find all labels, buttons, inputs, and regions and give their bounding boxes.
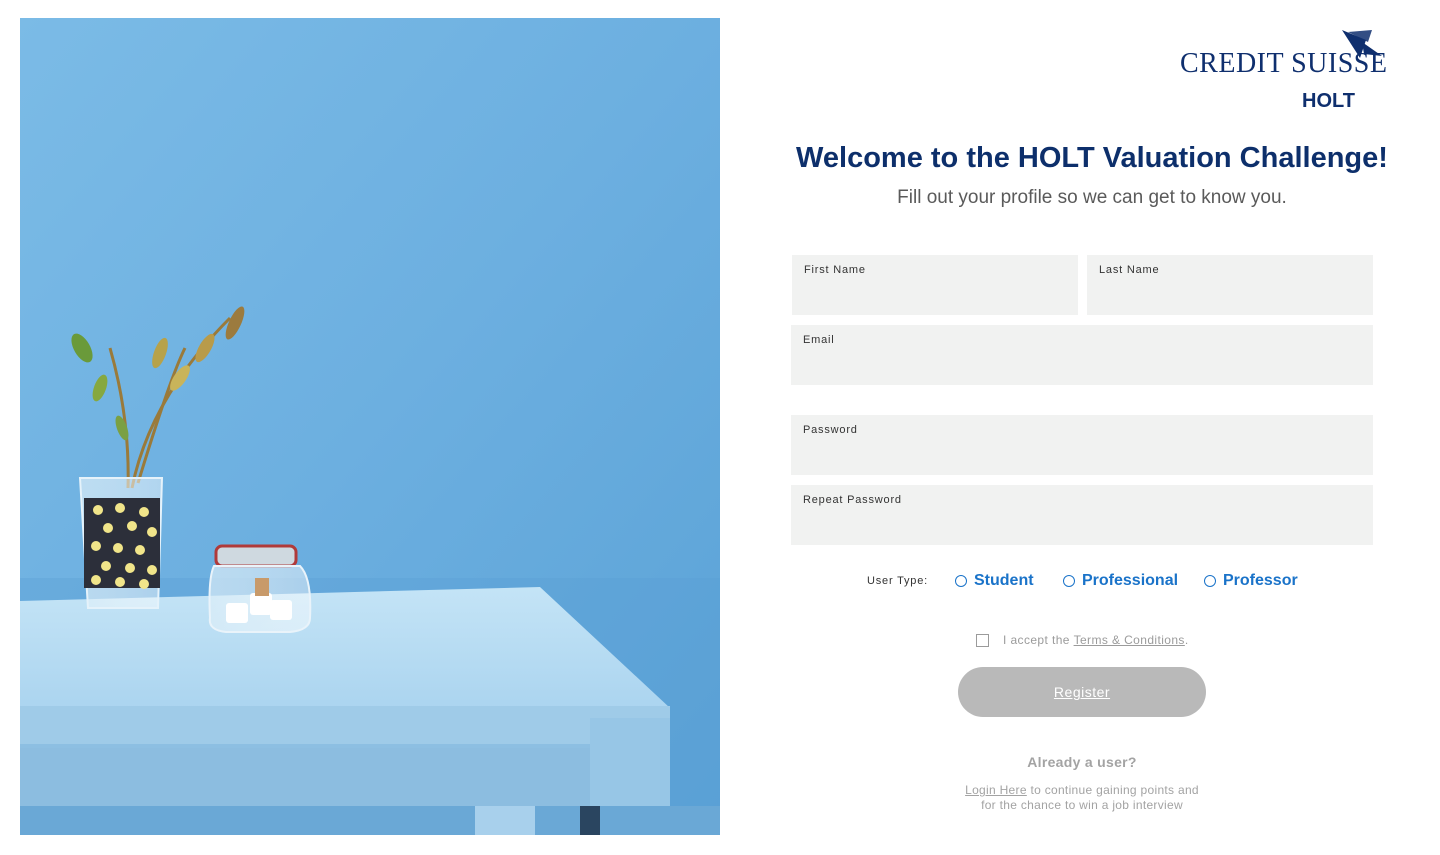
terms-suffix: . <box>1184 633 1189 647</box>
password-field[interactable]: Password <box>791 415 1373 475</box>
hero-photo <box>20 18 720 835</box>
repeat-password-label: Repeat Password <box>803 494 902 506</box>
user-type-label: User Type: <box>867 575 928 587</box>
repeat-password-input[interactable] <box>803 512 1361 532</box>
first-name-field[interactable]: First Name <box>792 255 1078 315</box>
terms-prefix: I accept the <box>1003 633 1074 647</box>
radio-circle-icon[interactable] <box>1204 575 1216 587</box>
already-user-text: Already a user? <box>1027 754 1137 770</box>
radio-professor[interactable]: Professor <box>1204 572 1298 590</box>
first-name-input[interactable] <box>804 282 1066 302</box>
radio-circle-icon[interactable] <box>1063 575 1075 587</box>
last-name-input[interactable] <box>1099 282 1361 302</box>
radio-professional-label[interactable]: Professional <box>1082 572 1178 590</box>
radio-student[interactable]: Student <box>955 572 1034 590</box>
logo-holt: HOLT <box>1302 90 1355 112</box>
page-subtitle: Fill out your profile so we can get to k… <box>897 187 1287 208</box>
email-input[interactable] <box>803 352 1361 372</box>
page-title: Welcome to the HOLT Valuation Challenge! <box>796 142 1388 174</box>
radio-circle-icon[interactable] <box>955 575 967 587</box>
terms-row: I accept the Terms & Conditions . <box>976 633 1189 647</box>
radio-professional[interactable]: Professional <box>1063 572 1178 590</box>
email-label: Email <box>803 334 835 346</box>
terms-link[interactable]: Terms & Conditions <box>1074 633 1185 647</box>
last-name-field[interactable]: Last Name <box>1087 255 1373 315</box>
repeat-password-field[interactable]: Repeat Password <box>791 485 1373 545</box>
registration-page: CREDIT SUISSE HOLT Welcome to the HOLT V… <box>0 0 1440 855</box>
login-note-line1: to continue gaining points and <box>1026 783 1199 797</box>
radio-student-label[interactable]: Student <box>974 572 1034 590</box>
email-field[interactable]: Email <box>791 325 1373 385</box>
hero-illustration <box>20 18 720 835</box>
login-link[interactable]: Login Here <box>965 783 1027 797</box>
login-note-line2: for the chance to win a job interview <box>981 798 1183 812</box>
sails-icon <box>1342 30 1382 58</box>
radio-professor-label[interactable]: Professor <box>1223 572 1298 590</box>
terms-checkbox[interactable] <box>976 633 989 647</box>
login-note: Login Here to continue gaining points an… <box>932 783 1232 813</box>
credit-suisse-logo[interactable]: CREDIT SUISSE HOLT <box>1170 28 1390 118</box>
first-name-label: First Name <box>804 264 866 276</box>
password-input[interactable] <box>803 442 1361 462</box>
register-button[interactable]: Register <box>958 667 1206 717</box>
last-name-label: Last Name <box>1099 264 1160 276</box>
password-label: Password <box>803 424 858 436</box>
